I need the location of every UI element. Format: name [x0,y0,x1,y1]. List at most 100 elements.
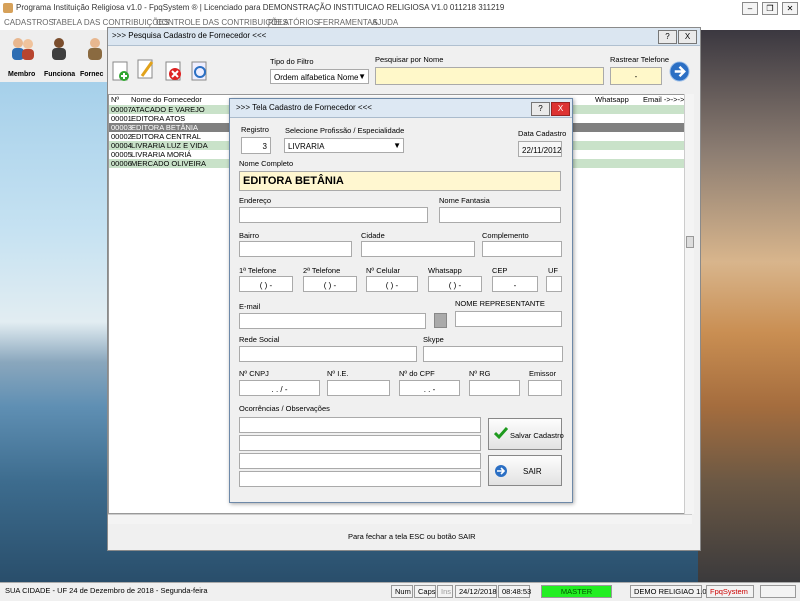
grid-horizontal-scrollbar[interactable] [108,514,692,524]
cep-field[interactable]: - [492,276,538,292]
tel2-field[interactable]: ( ) - [303,276,357,292]
app-title-bar: Programa Instituição Religiosa v1.0 - Fp… [0,0,800,18]
toolbar-membro[interactable]: Membro [6,30,40,82]
main-toolbar: Membro Funciona Fornec [0,30,113,82]
fantasia-label: Nome Fantasia [439,196,490,205]
chevron-down-icon: ▼ [393,141,401,150]
row-num: 00002 [111,132,132,141]
cpf-field[interactable]: . . - [399,380,460,396]
phone-track-label: Rastrear Telefone [610,55,670,64]
app-title: Programa Instituição Religiosa v1.0 - Fp… [16,3,505,12]
status-num: Num [391,585,413,598]
toolbar-funciona[interactable]: Funciona [42,30,76,82]
row-name: LIVRARIA LUZ E VIDA [131,141,208,150]
supplier-icon [88,38,102,60]
status-caps: Caps [414,585,436,598]
ie-field[interactable] [327,380,390,396]
menu-item-ferramentas[interactable]: FERRAMENTAS [318,18,378,27]
nome-completo-field[interactable]: EDITORA BETÂNIA [239,171,561,191]
status-city-date: SUA CIDADE - UF 24 de Dezembro de 2018 -… [5,586,208,595]
observacoes-line[interactable] [239,435,481,451]
checkmark-icon [494,427,508,440]
email-field[interactable] [239,313,426,329]
tel1-field[interactable]: ( ) - [239,276,293,292]
data-cadastro-field[interactable]: 22/11/2012 [518,141,562,157]
endereco-label: Endereço [239,196,272,205]
rg-label: Nº RG [469,369,491,378]
endereco-field[interactable] [239,207,428,223]
cidade-field[interactable] [361,241,475,257]
whatsapp-field[interactable]: ( ) - [428,276,482,292]
observacoes-line[interactable] [239,471,481,487]
email-action-button[interactable] [434,313,447,328]
celular-field[interactable]: ( ) - [366,276,418,292]
menu-item-ajuda[interactable]: AJUDA [372,18,398,27]
filter-type-select[interactable]: Ordem alfabetica Nome ▼ [270,69,369,84]
menu-item-tabela[interactable]: TABELA DAS CONTRIBUIÇÕES [52,18,169,27]
help-button[interactable]: ? [658,30,677,44]
complemento-label: Complemento [482,231,529,240]
representante-field[interactable] [455,311,562,327]
row-name: ATACADO E VAREJO [131,105,205,114]
row-name: MERCADO OLIVEIRA [131,159,207,168]
observacoes-line[interactable] [239,417,481,433]
add-document-icon[interactable] [111,60,131,82]
status-brand: FpqSystem [706,585,754,598]
members-icon [12,38,34,60]
minimize-button[interactable]: – [742,2,758,15]
complemento-field[interactable] [482,241,562,257]
dialog-title: >>> Tela Cadastro de Fornecedor <<< [236,103,372,112]
desktop-wallpaper-right [698,30,800,582]
row-name: EDITORA ATOS [131,114,186,123]
rg-field[interactable] [469,380,520,396]
rede-social-label: Rede Social [239,335,280,344]
close-button[interactable]: X [551,102,570,116]
menu-item-cadastros[interactable]: CADASTROS [4,18,54,27]
edit-document-icon[interactable] [136,58,156,80]
ie-label: Nº I.E. [327,369,349,378]
bairro-field[interactable] [239,241,352,257]
uf-field[interactable] [546,276,562,292]
cnpj-field[interactable]: . . / - [239,380,320,396]
supplier-form-dialog: >>> Tela Cadastro de Fornecedor <<< ? X … [229,98,573,503]
menu-item-relatorios[interactable]: RELATÓRIOS [268,18,319,27]
column-header-whatsapp[interactable]: Whatsapp [595,95,629,105]
status-date: 24/12/2018 [455,585,497,598]
save-button[interactable]: Salvar Cadastro [488,418,564,450]
observacoes-label: Ocorrências / Observações [239,404,330,413]
whatsapp-label: Whatsapp [428,266,462,275]
column-header-name[interactable]: Nome do Fornecedor [131,95,202,105]
arrow-right-icon[interactable] [669,61,690,82]
filter-type-label: Tipo do Filtro [270,57,314,66]
observacoes-line[interactable] [239,453,481,469]
profissao-label: Selecione Profissão / Especialidade [285,126,405,135]
cidade-label: Cidade [361,231,385,240]
grid-vertical-scrollbar[interactable] [684,94,694,514]
status-master: MASTER [541,585,612,598]
fantasia-field[interactable] [439,207,561,223]
close-button[interactable]: ✕ [782,2,798,15]
dialog-titlebar: >>> Tela Cadastro de Fornecedor <<< ? X [230,99,572,118]
profissao-select[interactable]: LIVRARIA ▼ [284,138,404,153]
search-name-input[interactable] [375,67,604,85]
rede-social-field[interactable] [239,346,417,362]
phone-track-input[interactable]: - [610,67,662,85]
toolbar-fornec[interactable]: Fornec [78,30,110,82]
row-name: EDITORA CENTRAL [131,132,201,141]
refresh-document-icon[interactable] [190,60,210,82]
column-header-num[interactable]: Nº [111,95,119,105]
maximize-button[interactable]: ❐ [762,2,778,15]
skype-field[interactable] [423,346,563,362]
employee-icon [52,38,66,60]
close-button[interactable]: X [678,30,697,44]
scrollbar-thumb[interactable] [686,236,694,248]
exit-button-label: SAIR [523,467,542,476]
data-cadastro-label: Data Cadastro [518,129,567,138]
delete-document-icon[interactable] [164,60,184,82]
column-header-email[interactable]: Email ->->-> [643,95,684,105]
help-button[interactable]: ? [531,102,550,116]
registro-field[interactable]: 3 [241,137,271,154]
emissor-field[interactable] [528,380,562,396]
row-num: 00007 [111,105,132,114]
exit-button[interactable]: SAIR [488,455,562,486]
